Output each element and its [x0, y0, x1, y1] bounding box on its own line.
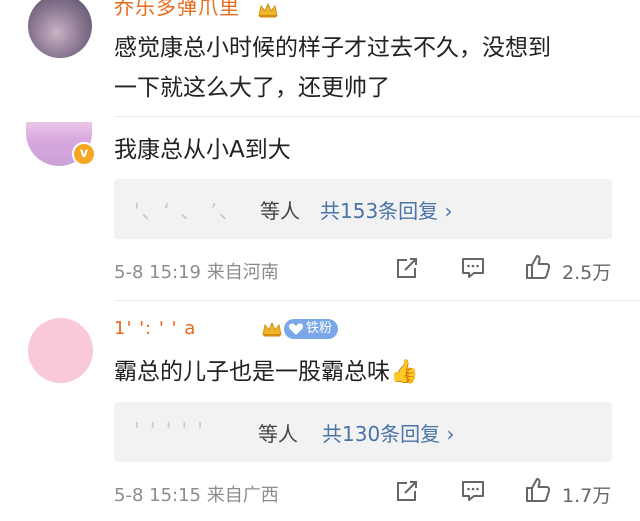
- crown-icon: [258, 2, 278, 18]
- reply-suffix: 等人: [260, 199, 300, 223]
- comment-text: 霸总的儿子也是一股霸总味👍: [114, 359, 419, 385]
- like-count: 2.5万: [562, 262, 612, 284]
- fan-badge: 铁粉: [284, 319, 339, 339]
- time-location: 5-8 15:19 来自河南: [114, 262, 279, 283]
- avatar[interactable]: [28, 0, 92, 58]
- reply-preview[interactable]: '、‘ 、 ’、 等人 共153条回复 ›: [114, 179, 612, 239]
- username[interactable]: 乔乐多弹爪里: [114, 0, 240, 20]
- comment-text-line: 一下就这么大了，还更帅了: [114, 75, 390, 101]
- weibo-comment-list: 乔乐多弹爪里 感觉康总小时候的样子才过去不久，没想到 一下就这么大了，还更帅了 …: [0, 0, 640, 521]
- comment-text-line: 感觉康总小时候的样子才过去不久，没想到: [114, 35, 551, 61]
- divider: [114, 300, 640, 301]
- fan-badge-label: 铁粉: [306, 321, 333, 336]
- reply-names: ' ' ' ' ': [134, 418, 205, 442]
- like-count: 1.7万: [562, 485, 612, 507]
- heart-icon: [288, 323, 304, 335]
- share-icon[interactable]: [394, 255, 420, 281]
- crown-icon: [262, 321, 282, 337]
- share-icon[interactable]: [394, 478, 420, 504]
- like-icon[interactable]: [524, 253, 552, 281]
- time-location: 5-8 15:15 来自广西: [114, 485, 279, 506]
- comment-icon[interactable]: [460, 478, 486, 504]
- reply-preview[interactable]: ' ' ' ' ' 等人 共130条回复 ›: [114, 402, 612, 462]
- reply-suffix: 等人: [258, 422, 298, 446]
- username[interactable]: 1' ': ' ' a: [114, 318, 196, 339]
- like-icon[interactable]: [524, 476, 552, 504]
- divider: [114, 116, 640, 117]
- comment-icon[interactable]: [460, 255, 486, 281]
- avatar[interactable]: [28, 318, 93, 383]
- comment-text: 我康总从小A到大: [114, 137, 291, 163]
- verified-icon: v: [72, 142, 96, 166]
- reply-count-link[interactable]: 共153条回复 ›: [320, 195, 453, 224]
- reply-names: '、‘ 、 ’、: [134, 199, 241, 223]
- reply-count-link[interactable]: 共130条回复 ›: [322, 418, 455, 447]
